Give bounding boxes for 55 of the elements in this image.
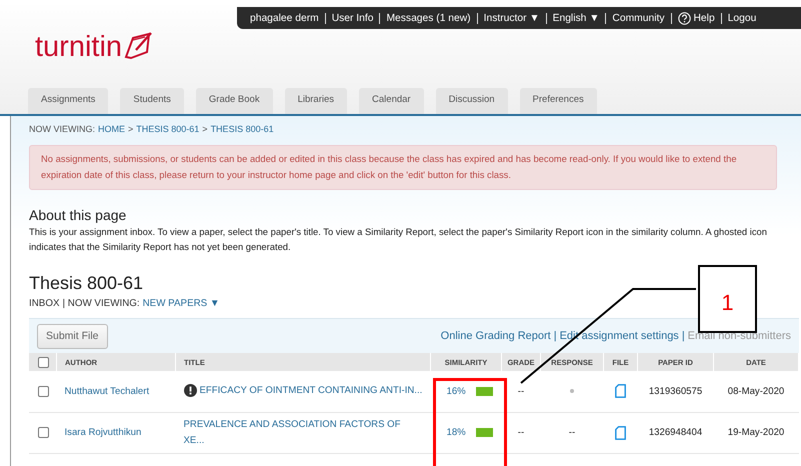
breadcrumb-link[interactable]: HOME	[98, 124, 125, 138]
assignment-title: Thesis 800-61	[29, 273, 144, 294]
select-all-checkbox[interactable]	[38, 356, 49, 368]
file-icon[interactable]	[615, 426, 626, 440]
help-icon[interactable]	[678, 12, 690, 24]
similarity-score[interactable]: 16%	[446, 386, 466, 397]
tab[interactable]: Grade Book	[196, 88, 273, 114]
view-dropdown[interactable]: NEW PAPERS ▼	[142, 298, 220, 309]
table-cell: 1326948404	[638, 412, 714, 453]
similarity-score[interactable]: 18%	[446, 427, 466, 438]
table-cell: 1319360575	[638, 371, 714, 412]
table-cell: --	[568, 427, 576, 438]
table-cell: 08-May-2020	[714, 371, 798, 412]
breadcrumb-separator: >	[128, 124, 134, 136]
section-heading: About this page	[29, 207, 128, 223]
submit-file-button[interactable]: Submit File	[37, 324, 108, 348]
nav-link[interactable]: phagalee derm	[250, 12, 319, 24]
tab[interactable]: Preferences	[520, 88, 597, 114]
breadcrumb-link[interactable]: THESIS 800-61	[210, 124, 274, 138]
link-separator: |	[554, 330, 557, 342]
tab[interactable]: Discussion	[436, 88, 508, 114]
nav-link[interactable]: User Info	[332, 12, 374, 24]
tab[interactable]: Libraries	[284, 88, 348, 114]
nav-link[interactable]: English ▼	[552, 12, 600, 24]
row-checkbox[interactable]	[38, 427, 49, 438]
tab[interactable]: Students	[120, 88, 184, 114]
breadcrumb-separator: >	[202, 124, 208, 136]
toolbar-link[interactable]: Online Grading Report	[440, 330, 551, 342]
similarity-bar[interactable]	[476, 428, 493, 437]
nav-link[interactable]: Logou	[728, 12, 756, 24]
logo-text[interactable]: turnitin	[35, 30, 122, 64]
paper-title-link[interactable]: PREVALENCE AND ASSOCIATION FACTORS OF XE...	[184, 416, 422, 448]
similarity-bar[interactable]	[476, 386, 493, 396]
tab[interactable]: Assignments	[28, 88, 108, 114]
author-link[interactable]: Nutthawut Techalert	[64, 386, 150, 397]
breadcrumb-link[interactable]: THESIS 800-61	[136, 124, 200, 138]
help-link[interactable]: Help	[694, 12, 715, 24]
table-cell: --	[502, 371, 540, 412]
row-checkbox[interactable]	[38, 386, 49, 397]
paper-title-link[interactable]: EFFICACY OF OINTMENT CONTAINING ANTI-IN...	[200, 383, 422, 400]
nav-link[interactable]: Instructor ▼	[484, 12, 540, 24]
nav-link[interactable]: Community	[612, 12, 664, 24]
tab[interactable]: Calendar	[359, 88, 424, 114]
callout-number: 1	[698, 265, 757, 333]
breadcrumb-label: NOW VIEWING:	[29, 124, 95, 136]
table-cell: --	[502, 412, 540, 453]
description-text: This is your assignment inbox. To view a paper, select the paper's title. To view a Similarity Report, select the paper's Similarity Report icon in the similarity column. A ghosted icon indicates that the Similarity Report has not yet been generated.	[29, 225, 768, 254]
alert-message: No assignments, submissions, or students can be added or edited in this class because the class has expired and has become read-only. If you would like to extend the expiration date of this class, please return to your instructor home page and click on the 'edit' button for this class.	[29, 145, 777, 190]
inbox-label: INBOX	[29, 298, 60, 309]
file-icon[interactable]	[615, 384, 626, 398]
table-cell: 19-May-2020	[714, 412, 798, 453]
link-separator: |	[682, 330, 685, 342]
author-link[interactable]: Isara Rojvutthikun	[64, 427, 142, 438]
viewing-label: | NOW VIEWING:	[62, 298, 140, 309]
nav-link[interactable]: Messages (1 new)	[386, 12, 471, 24]
